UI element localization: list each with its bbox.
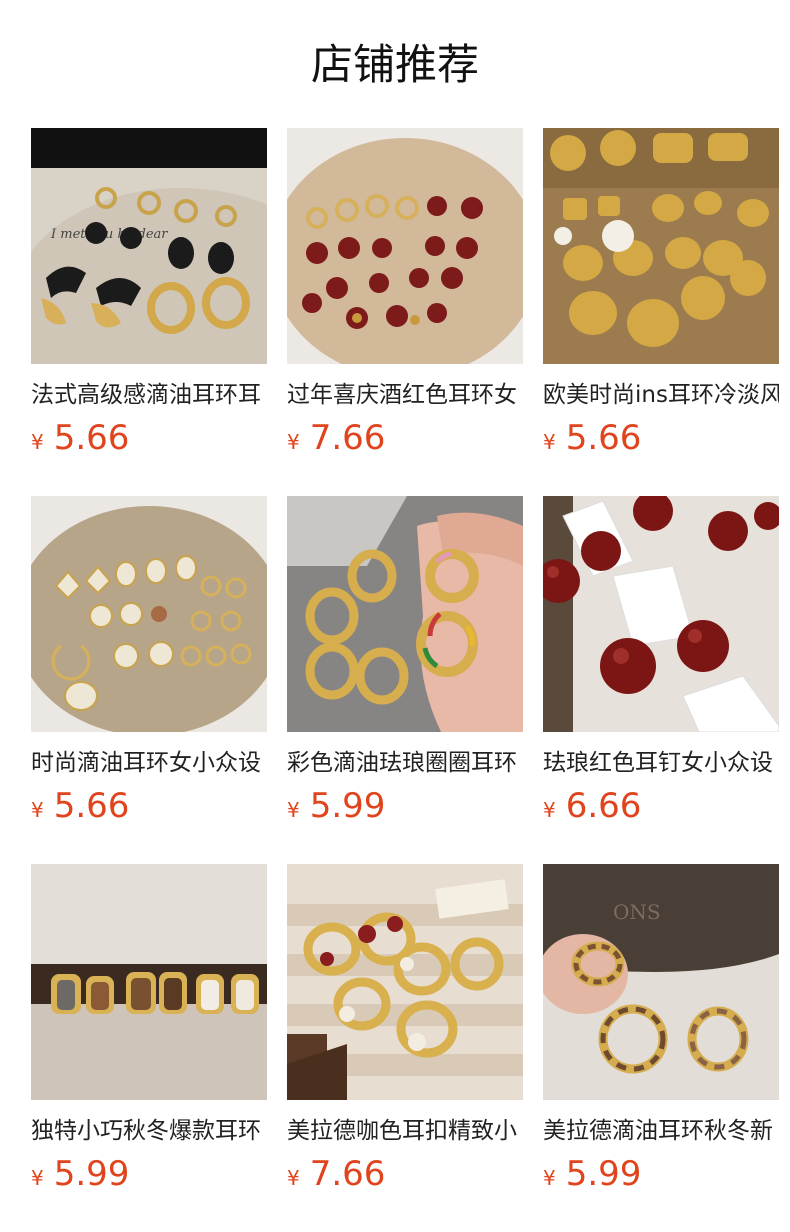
product-card[interactable]: 欧美时尚ins耳环冷淡风 ¥5.66 bbox=[543, 128, 779, 496]
currency-symbol: ¥ bbox=[543, 798, 556, 822]
product-image[interactable]: I met you he dear bbox=[31, 128, 267, 364]
product-price: ¥7.66 bbox=[287, 1154, 523, 1200]
product-name[interactable]: 美拉德咖色耳扣精致小 bbox=[287, 1114, 523, 1148]
price-amount: 7.66 bbox=[309, 1154, 386, 1194]
product-card[interactable]: 珐琅红色耳钉女小众设 ¥6.66 bbox=[543, 496, 779, 864]
product-image[interactable]: ONS bbox=[543, 864, 779, 1100]
product-name[interactable]: 彩色滴油珐琅圈圈耳环 bbox=[287, 746, 523, 780]
price-amount: 5.99 bbox=[565, 1154, 642, 1194]
product-grid: I met you he dear 法式高级感滴油耳环耳 ¥ 5.66 过年喜庆… bbox=[31, 128, 779, 1232]
product-price: ¥5.99 bbox=[31, 1154, 267, 1200]
currency-symbol: ¥ bbox=[31, 430, 44, 454]
product-name[interactable]: 珐琅红色耳钉女小众设 bbox=[543, 746, 779, 780]
product-price: ¥5.99 bbox=[543, 1154, 779, 1200]
product-price: ¥5.66 bbox=[31, 418, 267, 464]
currency-symbol: ¥ bbox=[287, 798, 300, 822]
product-price: ¥7.66 bbox=[287, 418, 523, 464]
product-card[interactable]: 独特小巧秋冬爆款耳环 ¥5.99 bbox=[31, 864, 267, 1232]
product-name[interactable]: 时尚滴油耳环女小众设 bbox=[31, 746, 267, 780]
product-card[interactable]: 过年喜庆酒红色耳环女 ¥7.66 bbox=[287, 128, 523, 496]
product-name[interactable]: 欧美时尚ins耳环冷淡风 bbox=[543, 378, 779, 412]
product-card[interactable]: I met you he dear 法式高级感滴油耳环耳 ¥ 5.66 bbox=[31, 128, 267, 496]
product-card[interactable]: 彩色滴油珐琅圈圈耳环 ¥5.99 bbox=[287, 496, 523, 864]
currency-symbol: ¥ bbox=[31, 798, 44, 822]
product-card[interactable]: 美拉德咖色耳扣精致小 ¥7.66 bbox=[287, 864, 523, 1232]
price-amount: 5.99 bbox=[53, 1154, 130, 1194]
product-image[interactable] bbox=[287, 864, 523, 1100]
currency-symbol: ¥ bbox=[31, 1166, 44, 1190]
price-amount: 5.66 bbox=[53, 418, 130, 458]
product-card[interactable]: ONS 美拉德滴油耳环秋冬新 ¥5.99 bbox=[543, 864, 779, 1232]
product-name[interactable]: 美拉德滴油耳环秋冬新 bbox=[543, 1114, 779, 1148]
product-name[interactable]: 法式高级感滴油耳环耳 bbox=[31, 378, 267, 412]
svg-text:I met you he dear: I met you he dear bbox=[50, 227, 168, 242]
product-image[interactable] bbox=[31, 864, 267, 1100]
currency-symbol: ¥ bbox=[287, 1166, 300, 1190]
product-name[interactable]: 独特小巧秋冬爆款耳环 bbox=[31, 1114, 267, 1148]
price-amount: 7.66 bbox=[309, 418, 386, 458]
currency-symbol: ¥ bbox=[543, 430, 556, 454]
price-amount: 5.99 bbox=[309, 786, 386, 826]
product-image[interactable] bbox=[543, 496, 779, 732]
product-price: ¥5.66 bbox=[31, 786, 267, 832]
product-image[interactable] bbox=[287, 496, 523, 732]
product-image[interactable] bbox=[31, 496, 267, 732]
price-amount: 6.66 bbox=[565, 786, 642, 826]
price-amount: 5.66 bbox=[565, 418, 642, 458]
currency-symbol: ¥ bbox=[287, 430, 300, 454]
product-name[interactable]: 过年喜庆酒红色耳环女 bbox=[287, 378, 523, 412]
product-image[interactable] bbox=[287, 128, 523, 364]
price-amount: 5.66 bbox=[53, 786, 130, 826]
product-image[interactable] bbox=[543, 128, 779, 364]
svg-text:ONS: ONS bbox=[613, 900, 661, 924]
product-price: ¥5.99 bbox=[287, 786, 523, 832]
product-price: ¥6.66 bbox=[543, 786, 779, 832]
product-price: ¥5.66 bbox=[543, 418, 779, 464]
product-card[interactable]: 时尚滴油耳环女小众设 ¥5.66 bbox=[31, 496, 267, 864]
page-title: 店铺推荐 bbox=[310, 40, 479, 89]
currency-symbol: ¥ bbox=[543, 1166, 556, 1190]
